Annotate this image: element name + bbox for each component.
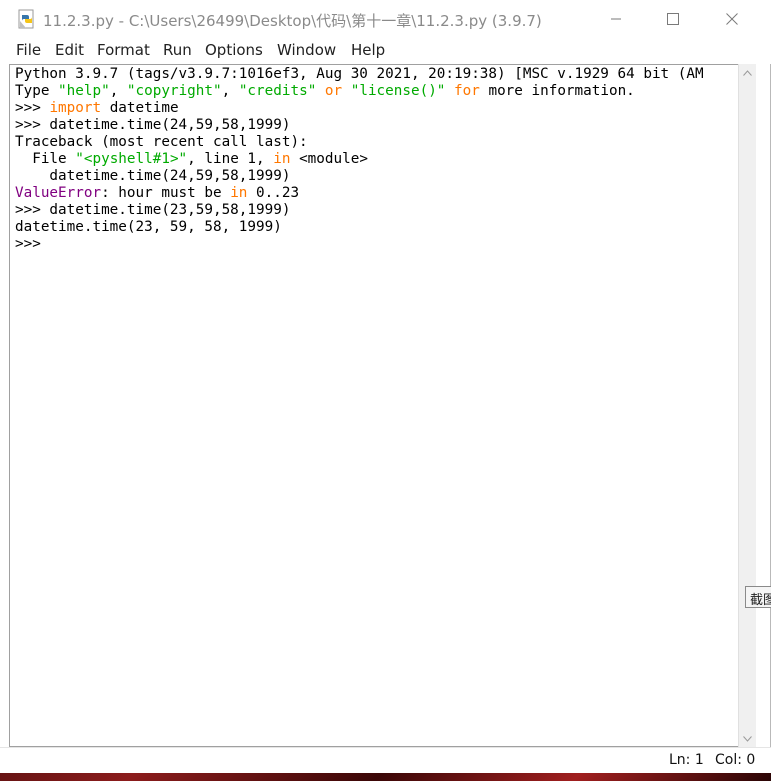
python-idle-icon (18, 9, 34, 29)
menu-options[interactable]: Options (205, 41, 263, 59)
scroll-up-button[interactable] (739, 64, 756, 81)
close-icon (726, 13, 738, 25)
shell-token-kw: for (454, 83, 480, 99)
maximize-button[interactable] (644, 0, 702, 38)
menu-file[interactable]: File (16, 41, 41, 59)
status-line: Ln: 1 (669, 752, 704, 768)
shell-token-str: "help" (58, 83, 110, 99)
maximize-icon (667, 13, 679, 25)
shell-line: File "<pyshell#1>", line 1, in <module> (15, 151, 368, 167)
shell-line: >>> datetime.time(23,59,58,1999) (15, 202, 290, 218)
shell-text (316, 83, 325, 99)
menu-run[interactable]: Run (163, 41, 192, 59)
shell-text: File (15, 151, 76, 167)
menu-edit[interactable]: Edit (55, 41, 84, 59)
shell-text: , (109, 83, 127, 99)
shell-text: >>> (15, 236, 50, 252)
shell-text: , (221, 83, 239, 99)
menu-format[interactable]: Format (97, 41, 150, 59)
shell-token-kw: in (273, 151, 291, 167)
shell-line: Python 3.9.7 (tags/v3.9.7:1016ef3, Aug 3… (15, 66, 704, 82)
shell-token-kw: in (230, 185, 248, 201)
shell-text (342, 83, 351, 99)
minimize-icon (611, 18, 621, 20)
title-bar[interactable]: 11.2.3.py - C:\Users\26499\Desktop\代码\第十… (0, 0, 771, 38)
chevron-up-icon (743, 69, 752, 76)
shell-token-kw: or (324, 83, 343, 99)
chevron-down-icon (743, 735, 752, 742)
shell-line: >>> (15, 236, 49, 252)
shell-line: Type "help", "copyright", "credits" or "… (15, 83, 635, 99)
shell-text: >>> (15, 100, 50, 116)
shell-text: >>> datetime.time(24,59,58,1999) (15, 117, 291, 133)
shell-output: Python 3.9.7 (tags/v3.9.7:1016ef3, Aug 3… (15, 66, 704, 253)
shell-token-err: ValueError (15, 185, 102, 201)
screenshot-tooltip: 截图 (745, 586, 771, 608)
menu-help[interactable]: Help (351, 41, 385, 59)
scroll-down-button[interactable] (739, 730, 756, 747)
shell-text: datetime (101, 100, 179, 116)
shell-token-str: "copyright" (126, 83, 222, 99)
menu-window[interactable]: Window (277, 41, 336, 59)
shell-line: datetime.time(24,59,58,1999) (15, 168, 290, 184)
shell-token-str: "license()" (350, 83, 446, 99)
shell-text-area[interactable]: Python 3.9.7 (tags/v3.9.7:1016ef3, Aug 3… (9, 64, 738, 747)
minimize-button[interactable] (587, 0, 645, 38)
shell-text: : hour must be (101, 185, 231, 201)
shell-text: datetime.time(23, 59, 58, 1999) (15, 219, 282, 235)
shell-text: <module> (290, 151, 368, 167)
shell-text: 0..23 (247, 185, 300, 201)
window-title: 11.2.3.py - C:\Users\26499\Desktop\代码\第十… (43, 12, 542, 30)
shell-text: more information. (479, 83, 635, 99)
shell-text: datetime.time(24,59,58,1999) (15, 168, 291, 184)
shell-text: Traceback (most recent call last): (15, 134, 308, 150)
shell-text: Type (15, 83, 59, 99)
shell-line: datetime.time(23, 59, 58, 1999) (15, 219, 282, 235)
shell-text: , line 1, (187, 151, 274, 167)
shell-line: >>> import datetime (15, 100, 179, 116)
shell-text (445, 83, 454, 99)
vertical-scrollbar[interactable] (738, 64, 756, 747)
shell-token-kw: import (49, 100, 102, 116)
shell-line: ValueError: hour must be in 0..23 (15, 185, 299, 201)
status-column: Col: 0 (715, 752, 756, 768)
menu-bar: File Edit Format Run Options Window Help (0, 38, 771, 64)
shell-token-str: "<pyshell#1>" (75, 151, 188, 167)
close-button[interactable] (703, 0, 761, 38)
shell-text: >>> datetime.time(23,59,58,1999) (15, 202, 291, 218)
idle-shell-window: 11.2.3.py - C:\Users\26499\Desktop\代码\第十… (0, 0, 771, 773)
shell-text: Python 3.9.7 (tags/v3.9.7:1016ef3, Aug 3… (15, 66, 704, 82)
shell-line: >>> datetime.time(24,59,58,1999) (15, 117, 290, 133)
status-bar: Ln: 1 Col: 0 (0, 747, 771, 773)
shell-line: Traceback (most recent call last): (15, 134, 308, 150)
shell-token-str: "credits" (238, 83, 317, 99)
